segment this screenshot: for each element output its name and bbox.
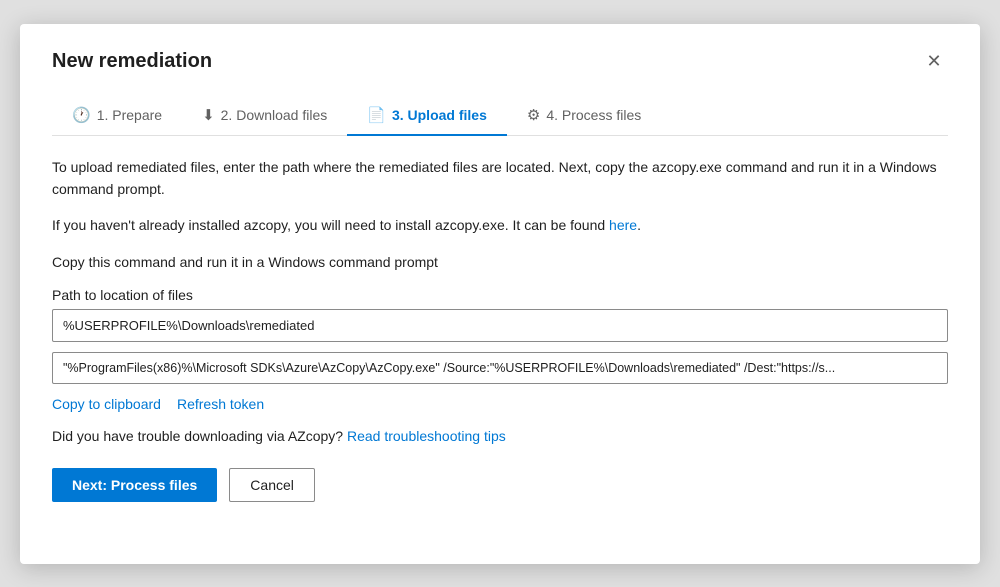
- main-content: To upload remediated files, enter the pa…: [52, 156, 948, 445]
- tab-prepare-label: 1. Prepare: [97, 107, 162, 123]
- refresh-token-button[interactable]: Refresh token: [177, 396, 264, 412]
- description-2-suffix: .: [637, 217, 641, 233]
- dialog-title: New remediation: [52, 50, 212, 73]
- description-2-prefix: If you haven't already installed azcopy,…: [52, 217, 609, 233]
- prepare-icon: 🕐: [72, 106, 91, 124]
- tab-upload[interactable]: 📄 3. Upload files: [347, 96, 507, 136]
- process-icon: ⚙: [527, 106, 540, 124]
- dialog-header: New remediation ✕: [52, 48, 948, 76]
- tab-upload-label: 3. Upload files: [392, 107, 487, 123]
- dialog-footer: Next: Process files Cancel: [52, 468, 948, 502]
- action-links: Copy to clipboard Refresh token: [52, 396, 948, 412]
- tab-process[interactable]: ⚙ 4. Process files: [507, 96, 661, 136]
- command-display: "%ProgramFiles(x86)%\Microsoft SDKs\Azur…: [52, 352, 948, 384]
- copy-clipboard-button[interactable]: Copy to clipboard: [52, 396, 161, 412]
- cancel-button[interactable]: Cancel: [229, 468, 315, 502]
- troubleshoot-prefix: Did you have trouble downloading via AZc…: [52, 428, 347, 444]
- description-3: Copy this command and run it in a Window…: [52, 251, 948, 273]
- upload-icon: 📄: [367, 106, 386, 124]
- tab-download-label: 2. Download files: [221, 107, 328, 123]
- tab-prepare[interactable]: 🕐 1. Prepare: [52, 96, 182, 136]
- tabs-container: 🕐 1. Prepare ⬇ 2. Download files 📄 3. Up…: [52, 96, 948, 136]
- download-icon: ⬇: [202, 106, 215, 124]
- path-field-label: Path to location of files: [52, 287, 948, 303]
- tab-process-label: 4. Process files: [546, 107, 641, 123]
- next-process-files-button[interactable]: Next: Process files: [52, 468, 217, 502]
- azcopy-link[interactable]: here: [609, 217, 637, 233]
- troubleshoot-link[interactable]: Read troubleshooting tips: [347, 428, 506, 444]
- path-input[interactable]: [52, 309, 948, 342]
- tab-download[interactable]: ⬇ 2. Download files: [182, 96, 347, 136]
- close-button[interactable]: ✕: [920, 48, 948, 76]
- troubleshoot-row: Did you have trouble downloading via AZc…: [52, 428, 948, 444]
- description-2: If you haven't already installed azcopy,…: [52, 214, 948, 236]
- description-1: To upload remediated files, enter the pa…: [52, 156, 948, 201]
- new-remediation-dialog: New remediation ✕ 🕐 1. Prepare ⬇ 2. Down…: [20, 24, 980, 564]
